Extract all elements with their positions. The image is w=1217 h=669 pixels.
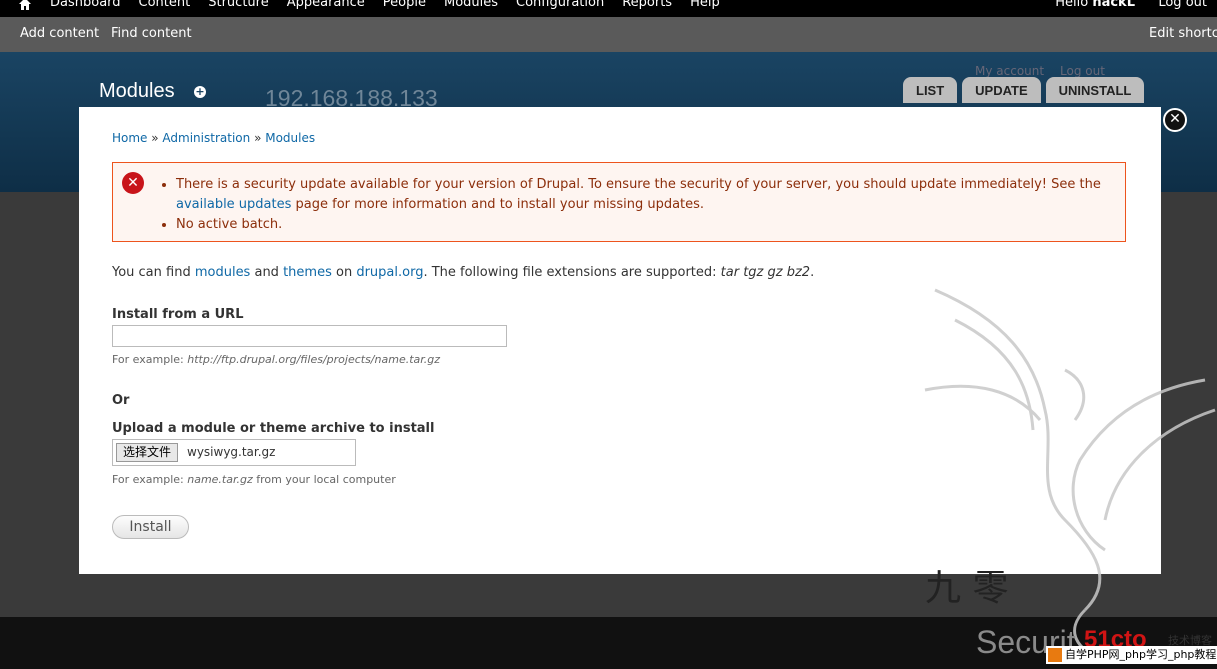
toolbar-item-structure[interactable]: Structure bbox=[208, 0, 268, 10]
error-messages: ✕ There is a security update available f… bbox=[112, 162, 1126, 242]
tab-update[interactable]: UPDATE bbox=[962, 77, 1041, 103]
file-upload-field: 选择文件 wysiwyg.tar.gz bbox=[112, 439, 356, 466]
themes-link[interactable]: themes bbox=[283, 265, 332, 280]
watermark-chars: 九 零 bbox=[925, 568, 1008, 609]
tab-uninstall[interactable]: UNINSTALL bbox=[1045, 77, 1145, 103]
breadcrumb: Home » Administration » Modules bbox=[112, 131, 315, 145]
intro-fragment: and bbox=[250, 265, 284, 280]
shortcuts-bar: Add content Find content Edit shortcuts bbox=[0, 17, 1217, 52]
selected-file-name: wysiwyg.tar.gz bbox=[187, 445, 276, 459]
greeting-text: Hello bbox=[1055, 0, 1093, 10]
url-example: http://ftp.drupal.org/files/projects/nam… bbox=[187, 353, 441, 366]
close-icon[interactable]: ✕ bbox=[1163, 108, 1187, 132]
upload-label: Upload a module or theme archive to inst… bbox=[112, 421, 435, 436]
intro-fragment: . The following file extensions are supp… bbox=[423, 265, 721, 280]
url-description: For example: http://ftp.drupal.org/files… bbox=[112, 353, 440, 366]
intro-fragment: . bbox=[810, 265, 815, 280]
overlay-dialog: Home » Administration » Modules ✕ There … bbox=[79, 107, 1161, 574]
edit-shortcuts-link[interactable]: Edit shortcuts bbox=[1149, 26, 1217, 41]
breadcrumb-separator: » bbox=[151, 131, 163, 145]
desc-text: from your local computer bbox=[252, 473, 396, 486]
shortcut-find-content[interactable]: Find content bbox=[111, 26, 192, 41]
shortcut-add-content[interactable]: Add content bbox=[20, 26, 99, 41]
or-label: Or bbox=[112, 393, 130, 408]
toolbar-item-content[interactable]: Content bbox=[139, 0, 191, 10]
security-update-message: There is a security update available for… bbox=[176, 175, 1106, 215]
toolbar-item-reports[interactable]: Reports bbox=[622, 0, 672, 10]
toolbar-item-modules[interactable]: Modules bbox=[444, 0, 498, 10]
upload-example: name.tar.gz bbox=[187, 473, 253, 486]
desc-text: For example: bbox=[112, 353, 188, 366]
my-account-link[interactable]: My account bbox=[975, 64, 1044, 78]
install-button[interactable]: Install bbox=[112, 515, 189, 539]
intro-text: You can find modules and themes on drupa… bbox=[112, 265, 814, 280]
breadcrumb-modules[interactable]: Modules bbox=[265, 131, 315, 145]
install-url-input[interactable] bbox=[112, 325, 507, 347]
error-icon: ✕ bbox=[122, 172, 144, 194]
toolbar-menu: Dashboard Content Structure Appearance P… bbox=[50, 0, 738, 10]
drupal-org-link[interactable]: drupal.org bbox=[356, 265, 423, 280]
toolbar-item-configuration[interactable]: Configuration bbox=[516, 0, 604, 10]
toolbar-item-dashboard[interactable]: Dashboard bbox=[50, 0, 121, 10]
message-text: There is a security update available for… bbox=[176, 177, 1101, 192]
intro-fragment: You can find bbox=[112, 265, 195, 280]
url-label: Install from a URL bbox=[112, 307, 244, 322]
supported-extensions: tar tgz gz bz2 bbox=[720, 265, 811, 280]
breadcrumb-separator: » bbox=[254, 131, 266, 145]
username-link[interactable]: hackL bbox=[1092, 0, 1135, 10]
upload-description: For example: name.tar.gz from your local… bbox=[112, 473, 396, 486]
available-updates-link[interactable]: available updates bbox=[176, 197, 291, 212]
php-watermark-badge: 自学PHP网_php学习_php教程 bbox=[1046, 646, 1217, 664]
batch-message: No active batch. bbox=[176, 215, 1106, 235]
page-title: Modules bbox=[99, 80, 175, 102]
tab-list[interactable]: LIST bbox=[903, 77, 958, 103]
intro-fragment: on bbox=[331, 265, 357, 280]
home-icon[interactable] bbox=[18, 0, 32, 11]
toolbar-logout-link[interactable]: Log out bbox=[1158, 0, 1207, 10]
toolbar-item-people[interactable]: People bbox=[383, 0, 426, 10]
php-logo-icon bbox=[1048, 648, 1062, 662]
toolbar-greeting: Hello hackL bbox=[1055, 0, 1135, 10]
add-shortcut-icon[interactable]: + bbox=[194, 86, 206, 98]
modules-link[interactable]: modules bbox=[195, 265, 251, 280]
choose-file-button[interactable]: 选择文件 bbox=[116, 443, 179, 462]
php-badge-text: 自学PHP网_php学习_php教程 bbox=[1065, 648, 1217, 661]
message-list: There is a security update available for… bbox=[176, 175, 1106, 235]
primary-tabs: LIST UPDATE UNINSTALL bbox=[903, 77, 1145, 103]
breadcrumb-administration[interactable]: Administration bbox=[162, 131, 250, 145]
breadcrumb-home[interactable]: Home bbox=[112, 131, 147, 145]
admin-toolbar: Dashboard Content Structure Appearance P… bbox=[0, 0, 1217, 17]
toolbar-item-help[interactable]: Help bbox=[690, 0, 720, 10]
message-text: page for more information and to install… bbox=[291, 197, 705, 212]
toolbar-item-appearance[interactable]: Appearance bbox=[287, 0, 365, 10]
desc-text: For example: bbox=[112, 473, 188, 486]
header-logout-link[interactable]: Log out bbox=[1060, 64, 1105, 78]
